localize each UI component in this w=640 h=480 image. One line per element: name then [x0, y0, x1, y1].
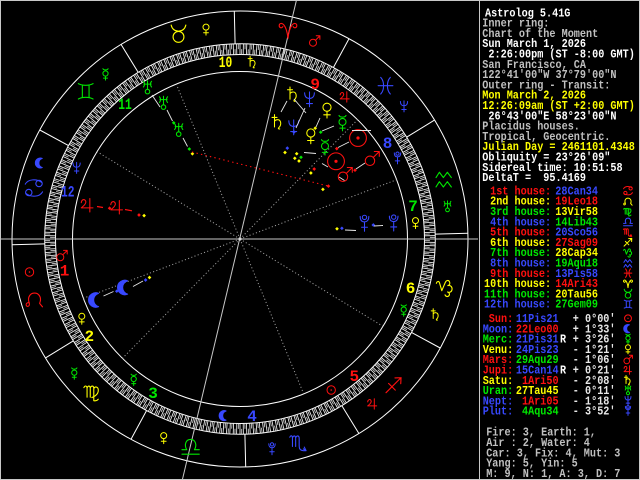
svg-text:12: 12 — [61, 184, 75, 202]
svg-text:8: 8 — [383, 135, 393, 153]
svg-text:9: 9 — [310, 76, 320, 94]
svg-text:11: 11 — [118, 96, 132, 114]
svg-text:4: 4 — [247, 408, 257, 426]
svg-text:7: 7 — [408, 198, 418, 216]
svg-text:6: 6 — [406, 280, 416, 298]
svg-text:5: 5 — [349, 368, 359, 386]
svg-text:M: 9, N: 1, A: 3, D: 7: M: 9, N: 1, A: 3, D: 7 — [486, 468, 620, 480]
svg-text:R: R — [560, 334, 566, 347]
svg-text:12th house:: 12th house: — [484, 299, 551, 312]
svg-text:DeltaT = 95.4169: DeltaT = 95.4169 — [482, 172, 586, 185]
svg-text:4Aqu34: 4Aqu34 — [522, 406, 559, 419]
svg-text:R: R — [560, 365, 566, 378]
svg-text:- 3°52': - 3°52' — [573, 406, 616, 419]
svg-text:Plut:: Plut: — [483, 406, 514, 419]
svg-text:10: 10 — [219, 54, 233, 72]
svg-text:1: 1 — [60, 263, 70, 281]
svg-text:2: 2 — [84, 328, 94, 346]
svg-text:3: 3 — [148, 385, 158, 403]
svg-text:27Gem09: 27Gem09 — [555, 299, 598, 312]
